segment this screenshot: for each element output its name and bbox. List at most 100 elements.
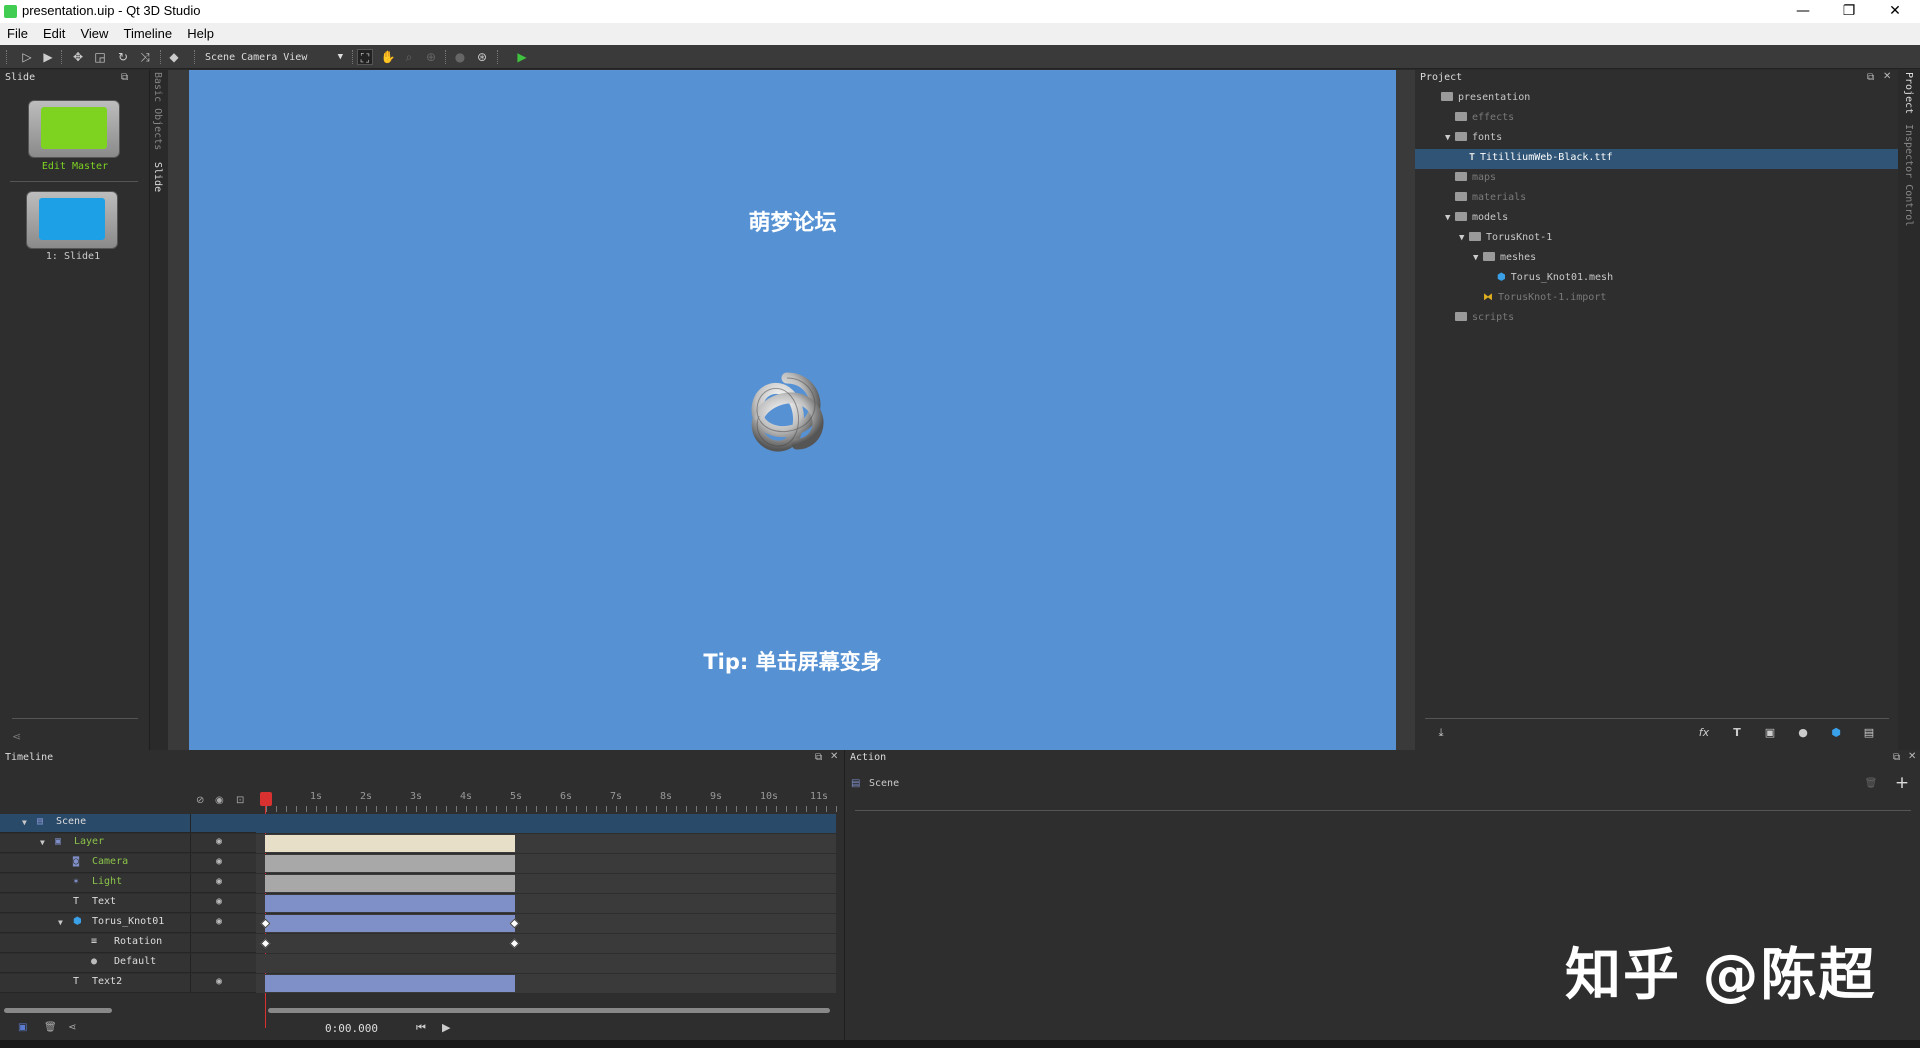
chevron-down-icon[interactable]: ▼: [1445, 128, 1455, 148]
share-icon[interactable]: ⋖: [12, 730, 21, 743]
time-readout[interactable]: 0:00.000: [325, 1022, 378, 1035]
add-action-button[interactable]: +: [1890, 772, 1914, 796]
playhead-handle[interactable]: [260, 792, 272, 806]
effect-icon[interactable]: fx: [1695, 726, 1713, 742]
play-preview-icon[interactable]: ▶: [514, 49, 530, 65]
project-tree-item[interactable]: scripts: [1445, 308, 1514, 328]
chevron-down-icon[interactable]: ▼: [58, 918, 63, 927]
close-button[interactable]: ✕: [1872, 0, 1918, 23]
visibility-icon[interactable]: ◉: [216, 836, 222, 847]
font-icon[interactable]: T: [1728, 726, 1746, 742]
orbit-tool-icon[interactable]: ⊕: [423, 49, 439, 65]
chevron-down-icon[interactable]: ▼: [40, 838, 45, 847]
fit-selected-icon[interactable]: ⛶: [357, 49, 373, 65]
project-tree-item[interactable]: ▼ meshes: [1473, 248, 1536, 268]
tab-basic-objects[interactable]: Basic Objects: [152, 72, 163, 150]
project-tree-item[interactable]: ⬢ Torus_Knot01.mesh: [1487, 268, 1613, 288]
time-scrollbar[interactable]: [268, 1008, 830, 1013]
row-scrollbar[interactable]: [4, 1008, 112, 1013]
visibility-icon[interactable]: ◉: [216, 856, 222, 867]
group-select-icon[interactable]: ▶: [40, 49, 56, 65]
chevron-down-icon[interactable]: ▼: [1445, 208, 1455, 228]
torus-knot-model[interactable]: [737, 360, 837, 460]
timeline-row[interactable]: T Text2 ◉: [0, 974, 836, 993]
time-bar[interactable]: [265, 895, 515, 912]
timeline-row[interactable]: ◙ Camera ◉: [0, 854, 836, 873]
timeline-row[interactable]: ≡ Rotation: [0, 934, 836, 953]
project-tree-item[interactable]: effects: [1445, 108, 1514, 128]
timeline-track[interactable]: [256, 894, 836, 913]
timeline-track[interactable]: [256, 974, 836, 993]
project-tree-item[interactable]: ⧓ TorusKnot-1.import: [1473, 288, 1606, 308]
local-global-icon[interactable]: ◆: [166, 49, 182, 65]
menu-file[interactable]: File: [0, 23, 33, 41]
move-tool-icon[interactable]: ✥: [70, 49, 86, 65]
timeline-row[interactable]: ✶ Light ◉: [0, 874, 836, 893]
share-icon[interactable]: ⋖: [68, 1022, 76, 1033]
minimize-button[interactable]: —: [1780, 0, 1826, 23]
camera-view-select[interactable]: Scene Camera View ▼: [201, 49, 347, 66]
chevron-down-icon[interactable]: ▼: [22, 818, 27, 827]
project-tree-item[interactable]: maps: [1445, 168, 1496, 188]
rotate-tool-icon[interactable]: ↻: [115, 49, 131, 65]
keyframe-icon[interactable]: [509, 938, 520, 949]
delete-action-icon[interactable]: 🗑: [1858, 772, 1884, 796]
tab-slide[interactable]: Slide: [152, 162, 163, 192]
chevron-down-icon[interactable]: ▼: [1459, 228, 1469, 248]
visibility-icon[interactable]: ◉: [216, 916, 222, 927]
time-bar[interactable]: [265, 835, 515, 852]
wireframe-icon[interactable]: ⊛: [474, 49, 490, 65]
delete-icon[interactable]: 🗑: [44, 1022, 57, 1033]
timeline-ruler[interactable]: 1s 2s 3s 4s 5s 6s 7s 8s 9s 10s 11s: [266, 791, 840, 813]
timeline-row[interactable]: ▼ ▤ Scene: [0, 814, 836, 833]
close-panel-icon[interactable]: ✕: [1883, 71, 1891, 82]
model-icon[interactable]: ⬢: [1827, 726, 1845, 742]
tab-project[interactable]: Project: [1903, 72, 1914, 114]
time-bar[interactable]: [265, 855, 515, 872]
project-tree-item[interactable]: ▼ fonts: [1445, 128, 1502, 148]
undock-icon[interactable]: ⧉: [121, 72, 128, 83]
timeline-track[interactable]: [256, 954, 836, 973]
pivot-tool-icon[interactable]: ⤨: [137, 49, 153, 65]
master-slide-thumbnail[interactable]: [28, 100, 120, 158]
scene-canvas[interactable]: 萌梦论坛 Tip: 单击屏幕变身: [189, 70, 1396, 750]
timeline-track[interactable]: [256, 934, 836, 953]
add-layer-icon[interactable]: ▣: [18, 1022, 27, 1033]
close-panel-icon[interactable]: ✕: [830, 751, 838, 762]
project-tree-item[interactable]: ▼ models: [1445, 208, 1508, 228]
import-icon[interactable]: ⤓: [1432, 726, 1450, 742]
close-panel-icon[interactable]: ✕: [1908, 751, 1916, 762]
time-bar[interactable]: [265, 875, 515, 892]
lock-toggle-icon[interactable]: ⊡: [236, 795, 244, 806]
time-bar[interactable]: [265, 915, 515, 932]
project-tree-item[interactable]: T TitilliumWeb-Black.ttf: [1459, 148, 1612, 168]
menu-edit[interactable]: Edit: [36, 23, 70, 41]
master-slide-label[interactable]: Edit Master: [0, 161, 150, 172]
zoom-tool-icon[interactable]: ⌕: [401, 49, 417, 65]
shading-mode-icon[interactable]: ●: [452, 49, 468, 65]
slide1-label[interactable]: 1: Slide1: [0, 251, 146, 262]
chevron-down-icon[interactable]: ▼: [1473, 248, 1483, 268]
undock-icon[interactable]: ⧉: [1867, 72, 1874, 83]
image-icon[interactable]: ▣: [1761, 726, 1779, 742]
menu-view[interactable]: View: [73, 23, 113, 41]
visibility-icon[interactable]: ◉: [216, 876, 222, 887]
undock-icon[interactable]: ⧉: [815, 752, 822, 763]
timeline-row[interactable]: ▼ ⬢ Torus_Knot01 ◉: [0, 914, 836, 933]
slide1-thumbnail[interactable]: [26, 191, 118, 249]
timeline-row[interactable]: T Text ◉: [0, 894, 836, 913]
project-tree-item[interactable]: materials: [1445, 188, 1526, 208]
visibility-icon[interactable]: ◉: [216, 976, 222, 987]
menu-timeline[interactable]: Timeline: [117, 23, 178, 41]
project-tree-item[interactable]: ▼ TorusKnot-1: [1459, 228, 1552, 248]
visibility-toggle-icon[interactable]: ◉: [215, 795, 224, 806]
time-bar[interactable]: [265, 975, 515, 992]
tab-inspector-control[interactable]: Inspector Control: [1903, 124, 1914, 226]
keyframe-icon[interactable]: [260, 938, 271, 949]
timeline-track[interactable]: [256, 854, 836, 873]
timeline-track[interactable]: [256, 914, 836, 933]
timeline-track[interactable]: [256, 834, 836, 853]
undock-icon[interactable]: ⧉: [1893, 752, 1900, 763]
timeline-row[interactable]: ● Default: [0, 954, 836, 973]
restore-button[interactable]: ❐: [1826, 0, 1872, 23]
